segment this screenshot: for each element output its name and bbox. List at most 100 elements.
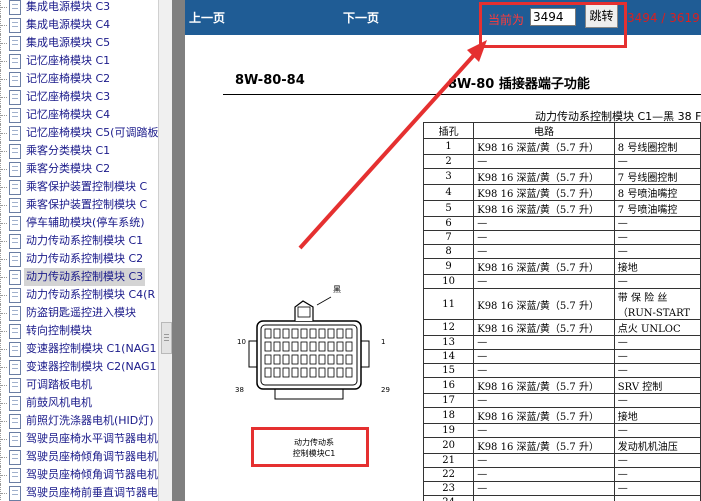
document-icon	[9, 54, 21, 69]
cell-pin: 12	[422, 319, 475, 336]
tree-item-label: 记忆座椅模块 C5(可调踏板	[26, 126, 158, 139]
cell-pin: 3	[422, 168, 475, 185]
cell-function: —	[613, 349, 701, 364]
tree-connector-line	[0, 142, 9, 160]
connector-cavity	[282, 328, 290, 339]
tree-item[interactable]: 驾驶员座椅水平调节器电机	[0, 430, 158, 448]
function-text: —	[617, 365, 628, 376]
function-text: —	[617, 232, 628, 243]
cell-pin: 5	[422, 200, 475, 217]
tree-item[interactable]: 集成电源模块 C4	[0, 16, 158, 34]
function-text: SRV 控制	[617, 382, 663, 393]
tree-item[interactable]: 驾驶员座椅倾角调节器电机	[0, 448, 158, 466]
tree-item[interactable]: 动力传动系控制模块 C3	[0, 268, 158, 286]
tree-item-label: 转向控制模块	[26, 324, 92, 337]
connector-cavity	[309, 328, 317, 339]
tree-item-label: 乘客保护装置控制模块 C	[26, 198, 148, 211]
function-text: 点火 UNLOC	[617, 324, 681, 335]
function-text: —	[617, 469, 628, 480]
tree-item[interactable]: 驾驶员座椅前垂直调节器电	[0, 484, 158, 501]
tree-item[interactable]: 记忆座椅模块 C3	[0, 88, 158, 106]
tree-item[interactable]: 记忆座椅模块 C4	[0, 106, 158, 124]
tree-connector-line	[0, 466, 9, 484]
document-icon	[9, 144, 21, 159]
connector-cavity	[318, 354, 326, 365]
table-row: 7— —	[422, 230, 701, 245]
cell-pin: 22	[422, 467, 475, 482]
prev-page-link[interactable]: 上一页	[189, 9, 225, 26]
table-row: 13— —	[422, 335, 701, 350]
document-icon	[9, 234, 21, 249]
document-icon	[9, 378, 21, 393]
cell-function: —	[613, 244, 701, 259]
cell-circuit: K98 16 深蓝/黄（5.7 升）	[473, 168, 615, 185]
tree-connector-line	[0, 448, 9, 466]
tree-item[interactable]: 乘客保护装置控制模块 C	[0, 196, 158, 214]
panel-divider[interactable]	[172, 0, 185, 501]
pin-number-10: 10	[237, 338, 246, 346]
connector-cavity	[345, 354, 353, 365]
tree-item[interactable]: 动力传动系控制模块 C4(R	[0, 286, 158, 304]
tree-item[interactable]: 防盗钥匙遥控进入模块	[0, 304, 158, 322]
cell-function: —	[613, 363, 701, 378]
cell-function: 接地	[613, 407, 701, 424]
tree-item[interactable]: 驾驶员座椅倾角调节器电机	[0, 466, 158, 484]
connector-cavity	[318, 328, 326, 339]
tree-item[interactable]: 乘客分类模块 C1	[0, 142, 158, 160]
sidebar-scrollbar[interactable]	[158, 0, 172, 501]
tree-item[interactable]: 转向控制模块	[0, 322, 158, 340]
table-row: 18 K98 16 深蓝/黄（5.7 升） 接地	[422, 407, 701, 424]
tree-item-label: 驾驶员座椅前垂直调节器电	[26, 486, 158, 499]
function-text: 带 保 险 丝	[617, 293, 668, 304]
col-header-pin: 插孔	[422, 122, 475, 139]
tree-item[interactable]: 前照灯洗涤器电机(HID灯)	[0, 412, 158, 430]
tree-item[interactable]: 停车辅助模块(停车系统)	[0, 214, 158, 232]
cell-function: 接地	[613, 258, 701, 275]
tree-item[interactable]: 变速器控制模块 C2(NAG1	[0, 358, 158, 376]
table-row: 2— —	[422, 154, 701, 169]
document-icon	[9, 18, 21, 33]
function-text: —	[617, 351, 628, 362]
connector-cavity	[291, 341, 299, 352]
function-text: —	[618, 497, 697, 501]
cell-function: 7 号线圈控制	[613, 168, 701, 185]
document-icon	[9, 252, 21, 267]
next-page-link[interactable]: 下一页	[343, 9, 379, 26]
tree-item[interactable]: 记忆座椅模块 C5(可调踏板	[0, 124, 158, 142]
cell-circuit: —	[473, 154, 615, 169]
document-icon	[9, 288, 21, 303]
tree-item[interactable]: 记忆座椅模块 C1	[0, 52, 158, 70]
tree-item[interactable]: 乘客保护装置控制模块 C	[0, 178, 158, 196]
tree-item-label: 动力传动系控制模块 C1	[26, 234, 144, 247]
tree-item[interactable]: 动力传动系控制模块 C1	[0, 232, 158, 250]
cell-function: 8 号喷油嘴控	[613, 184, 701, 201]
cell-pin: 9	[422, 258, 475, 275]
connector-cavities	[264, 328, 353, 378]
tree-item[interactable]: 可调踏板电机	[0, 376, 158, 394]
tree-connector-line	[0, 250, 9, 268]
tree-item[interactable]: 乘客分类模块 C2	[0, 160, 158, 178]
tree-item[interactable]: 前鼓风机电机	[0, 394, 158, 412]
tree-item[interactable]: 集成电源模块 C5	[0, 34, 158, 52]
tree-item[interactable]: 记忆座椅模块 C2	[0, 70, 158, 88]
function-text: —	[617, 246, 628, 257]
tree-item-label: 可调踏板电机	[26, 378, 92, 391]
cell-function: —	[613, 393, 701, 408]
tree-item[interactable]: 集成电源模块 C3	[0, 0, 158, 16]
connector-cavity	[300, 341, 308, 352]
cell-pin: 1	[422, 138, 475, 155]
tree-item-label: 乘客保护装置控制模块 C	[26, 180, 148, 193]
connector-cavity	[327, 354, 335, 365]
cell-circuit: —	[473, 216, 615, 231]
cell-circuit: K98 16 深蓝/黄（5.7 升）	[473, 437, 615, 454]
connector-cavity	[282, 354, 290, 365]
cell-function: 发动机机油压	[613, 437, 701, 454]
tree-item-label: 驾驶员座椅倾角调节器电机	[26, 468, 158, 481]
tree-connector-line	[0, 484, 9, 501]
tree-item-label: 动力传动系控制模块 C3	[24, 268, 146, 286]
scrollbar-thumb[interactable]	[161, 322, 172, 354]
function-text: 发动机机油压	[617, 442, 678, 453]
tree-item[interactable]: 动力传动系控制模块 C2	[0, 250, 158, 268]
tree-item[interactable]: 变速器控制模块 C1(NAG1	[0, 340, 158, 358]
cell-circuit: K98 16 深蓝/黄（5.7 升）	[473, 319, 615, 336]
